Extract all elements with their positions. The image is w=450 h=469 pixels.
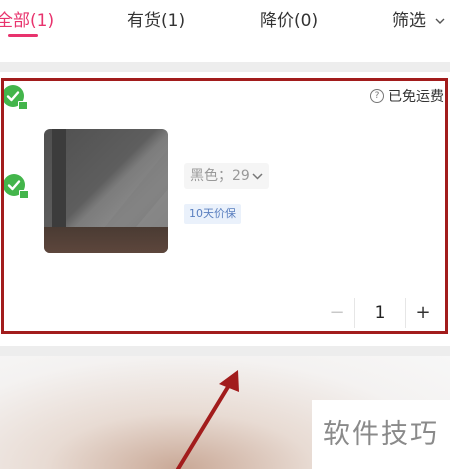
tab-all[interactable]: 全部(1) (0, 6, 54, 31)
free-shipping-label: 已免运费 (388, 89, 444, 105)
product-image[interactable] (44, 129, 168, 253)
chevron-down-icon (435, 18, 445, 24)
tab-in-stock-label: 有货(1) (127, 11, 186, 31)
tab-all-label: 全部(1) (0, 11, 55, 31)
tab-filter[interactable]: 筛选 (392, 6, 445, 31)
free-shipping-note[interactable]: ? 已免运费 (370, 86, 444, 106)
question-circle-icon: ? (370, 89, 384, 103)
product-image-floor (44, 227, 168, 253)
increase-quantity-button[interactable]: + (406, 298, 440, 328)
watermark: 软件技巧 (312, 400, 450, 469)
tab-in-stock[interactable]: 有货(1) (127, 6, 185, 31)
item-select-checkbox[interactable] (3, 174, 29, 199)
decrease-quantity-button[interactable]: − (320, 298, 354, 328)
tab-price-drop-label: 降价(0) (260, 11, 319, 31)
lock-icon (19, 190, 29, 199)
chevron-down-icon (252, 172, 263, 180)
filter-tab-bar: 全部(1) 有货(1) 降价(0) 筛选 (0, 0, 450, 62)
price-protection-tag: 10天价保 (184, 204, 241, 224)
lock-icon (18, 101, 28, 110)
active-tab-indicator (8, 34, 38, 37)
tab-filter-label: 筛选 (392, 11, 426, 31)
sku-label: 黑色；29 (190, 168, 250, 184)
quantity-stepper: − 1 + (320, 298, 440, 328)
sku-selector[interactable]: 黑色；29 (184, 163, 269, 189)
quantity-value[interactable]: 1 (354, 298, 406, 328)
shop-select-checkbox[interactable] (2, 85, 28, 110)
tab-price-drop[interactable]: 降价(0) (260, 6, 318, 31)
